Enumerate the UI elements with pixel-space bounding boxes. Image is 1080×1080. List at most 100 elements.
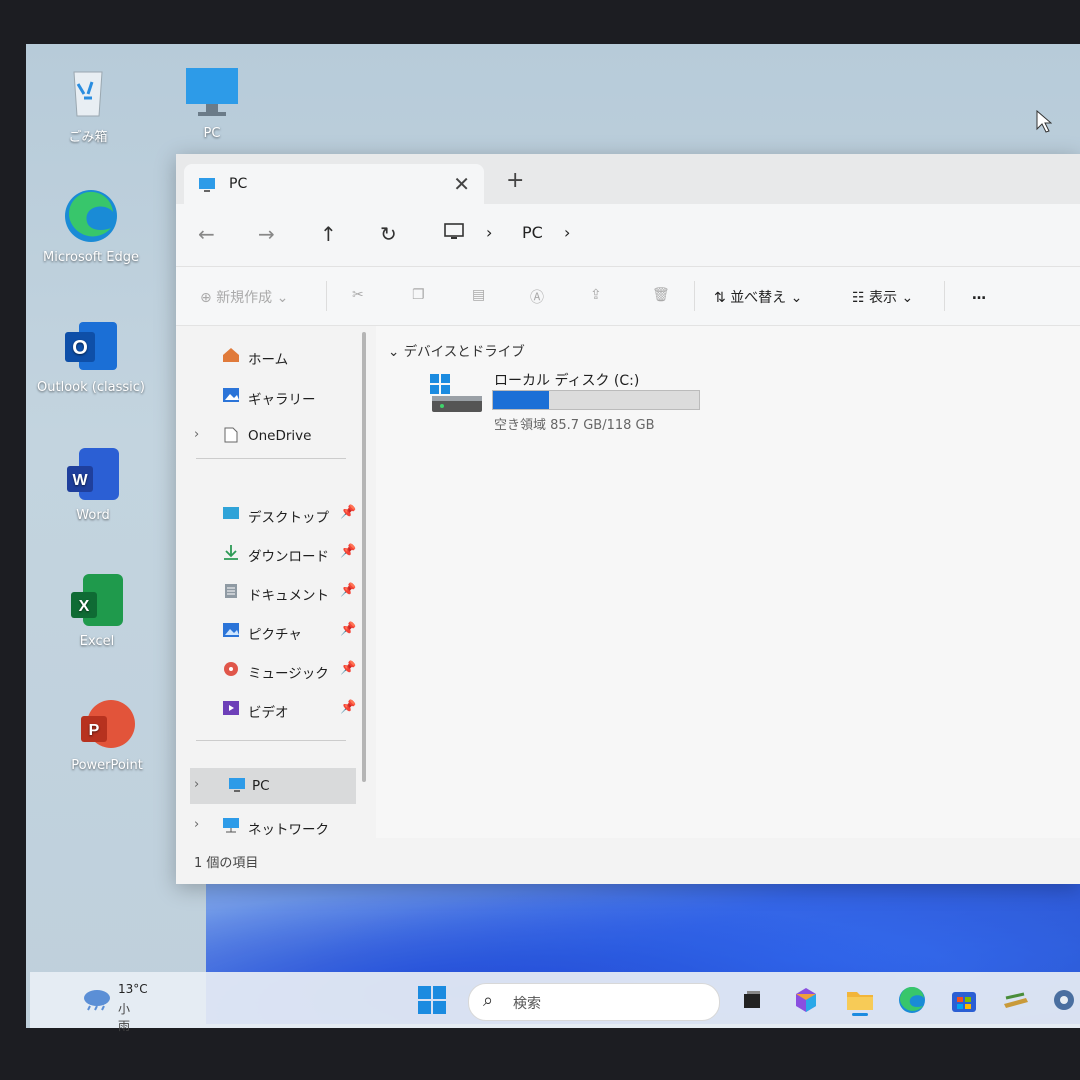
sidebar-item-pictures[interactable]: ピクチャ 📌 — [176, 613, 376, 649]
sidebar-item-music[interactable]: ミュージック 📌 — [176, 652, 376, 688]
drive-free-space: 空き領域 85.7 GB/118 GB — [494, 418, 655, 433]
pin-icon[interactable]: 📌 — [340, 700, 356, 715]
status-bar: 1 個の項目 — [176, 838, 1080, 884]
sidebar-item-label: ダウンロード — [248, 549, 329, 565]
cut-icon[interactable]: ✂ — [352, 287, 364, 303]
desktop-folder-icon — [222, 505, 240, 521]
desktop-icon-outlook[interactable]: O Outlook (classic) — [36, 316, 146, 395]
tab-bar: PC ✕ + — [176, 154, 1080, 204]
svg-text:W: W — [72, 472, 88, 489]
view-button[interactable]: ☷ 表示 ⌄ — [852, 287, 913, 307]
sidebar-item-label: OneDrive — [248, 428, 312, 444]
pin-icon[interactable]: 📌 — [340, 622, 356, 637]
up-arrow-icon[interactable]: ↑ — [320, 222, 337, 246]
desktop-icon-label: Word — [76, 508, 110, 523]
word-icon: W — [63, 444, 123, 504]
sort-button[interactable]: ⇅ 並べ替え ⌄ — [714, 287, 802, 307]
desktop-icon-label: PowerPoint — [71, 758, 143, 773]
app-icon[interactable] — [1000, 984, 1032, 1016]
sidebar-item-label: ネットワーク — [248, 822, 329, 838]
file-explorer-icon[interactable] — [844, 984, 876, 1016]
copy-icon[interactable]: ❐ — [412, 287, 425, 303]
sidebar-item-gallery[interactable]: ギャラリー — [176, 378, 376, 414]
navigation-pane: ホーム ギャラリー › OneDrive デスクトップ 📌 ダウンロード 📌 ド… — [176, 326, 376, 838]
drive-icon — [428, 372, 484, 422]
share-icon[interactable]: ⇪ — [590, 287, 602, 303]
music-icon — [222, 661, 240, 677]
sidebar-item-label: ピクチャ — [248, 627, 302, 643]
sidebar-item-onedrive[interactable]: › OneDrive — [176, 418, 376, 454]
more-options-button[interactable]: … — [972, 287, 986, 303]
chevron-right-icon[interactable]: › — [194, 777, 199, 792]
new-tab-button[interactable]: + — [506, 168, 524, 193]
svg-text:X: X — [79, 598, 90, 615]
desktop-icon-pc[interactable]: PC — [157, 62, 267, 141]
copilot-icon[interactable] — [790, 984, 822, 1016]
back-arrow-icon[interactable]: ← — [198, 222, 215, 246]
sidebar-item-videos[interactable]: ビデオ 📌 — [176, 691, 376, 727]
drive-item-c[interactable]: ローカル ディスク (C:) 空き領域 85.7 GB/118 GB — [428, 370, 728, 440]
sidebar-scrollbar[interactable] — [362, 332, 366, 782]
paste-icon[interactable]: ▤ — [472, 287, 485, 303]
task-view-icon[interactable] — [736, 984, 768, 1016]
settings-gear-icon[interactable] — [1048, 984, 1080, 1016]
chevron-right-icon[interactable]: › — [194, 817, 199, 832]
store-icon[interactable] — [948, 984, 980, 1016]
start-windows-icon[interactable] — [416, 984, 448, 1016]
pin-icon[interactable]: 📌 — [340, 583, 356, 598]
desktop-icon-label: Outlook (classic) — [37, 380, 145, 395]
group-label: デバイスとドライブ — [403, 344, 525, 360]
group-header-devices[interactable]: ⌄ デバイスとドライブ — [388, 340, 525, 360]
search-placeholder: 検索 — [513, 996, 541, 1012]
outlook-icon: O — [61, 316, 121, 376]
new-button[interactable]: ⊕ 新規作成 ⌄ — [200, 287, 288, 307]
sidebar-item-documents[interactable]: ドキュメント 📌 — [176, 574, 376, 610]
edge-icon — [61, 186, 121, 246]
sidebar-item-downloads[interactable]: ダウンロード 📌 — [176, 535, 376, 571]
monitor-icon — [182, 62, 242, 122]
sidebar-item-label: ミュージック — [248, 666, 329, 682]
desktop-icon-word[interactable]: W Word — [38, 444, 148, 523]
sidebar-item-desktop[interactable]: デスクトップ 📌 — [176, 496, 376, 532]
taskbar-search[interactable]: ⌕ 検索 — [468, 983, 720, 1021]
chevron-right-icon[interactable]: › — [564, 223, 570, 242]
sidebar-item-label: ギャラリー — [248, 392, 316, 408]
refresh-icon[interactable]: ↻ — [380, 222, 397, 246]
edge-taskbar-icon[interactable] — [896, 984, 928, 1016]
forward-arrow-icon[interactable]: → — [258, 222, 275, 246]
weather-condition: 小雨 — [118, 1002, 131, 1033]
divider — [196, 740, 346, 741]
network-icon — [222, 817, 240, 833]
desktop-screen: ごみ箱 PC Microsoft Edge O Outlook (classic… — [26, 44, 1080, 1028]
tab-title: PC — [229, 176, 248, 192]
monitor-icon — [198, 177, 216, 197]
close-tab-button[interactable]: ✕ — [453, 172, 470, 196]
new-label: 新規作成 — [216, 290, 273, 306]
pictures-icon — [222, 622, 240, 638]
home-icon — [222, 347, 240, 363]
divider — [326, 281, 327, 311]
rename-icon[interactable]: Ⓐ — [530, 287, 544, 307]
weather-temp: 13°C — [118, 982, 148, 996]
svg-text:P: P — [89, 722, 100, 739]
desktop-icon-excel[interactable]: X Excel — [42, 570, 152, 649]
navigation-bar: ← → ↑ ↻ › PC › — [176, 204, 1080, 267]
pin-icon[interactable]: 📌 — [340, 544, 356, 559]
pin-icon[interactable]: 📌 — [340, 661, 356, 676]
taskbar: 13°C 小雨 ⌕ 検索 — [30, 972, 1080, 1033]
delete-icon[interactable]: 🗑 — [652, 287, 670, 303]
desktop-icon-label: Microsoft Edge — [42, 250, 139, 265]
desktop-icon-label: PC — [203, 126, 221, 141]
desktop-icon-edge[interactable]: Microsoft Edge — [36, 186, 146, 265]
chevron-right-icon[interactable]: › — [486, 223, 492, 242]
pin-icon[interactable]: 📌 — [340, 505, 356, 520]
monitor-icon[interactable] — [444, 223, 464, 245]
tab-pc[interactable]: PC ✕ — [184, 164, 484, 204]
desktop-icon-recycle-bin[interactable]: ごみ箱 — [33, 62, 143, 145]
document-icon — [222, 427, 240, 443]
sidebar-item-pc[interactable]: › PC — [190, 768, 356, 804]
sidebar-item-home[interactable]: ホーム — [176, 338, 376, 374]
chevron-right-icon[interactable]: › — [194, 427, 199, 442]
desktop-icon-powerpoint[interactable]: P PowerPoint — [52, 694, 162, 773]
breadcrumb-pc[interactable]: PC — [522, 223, 543, 242]
